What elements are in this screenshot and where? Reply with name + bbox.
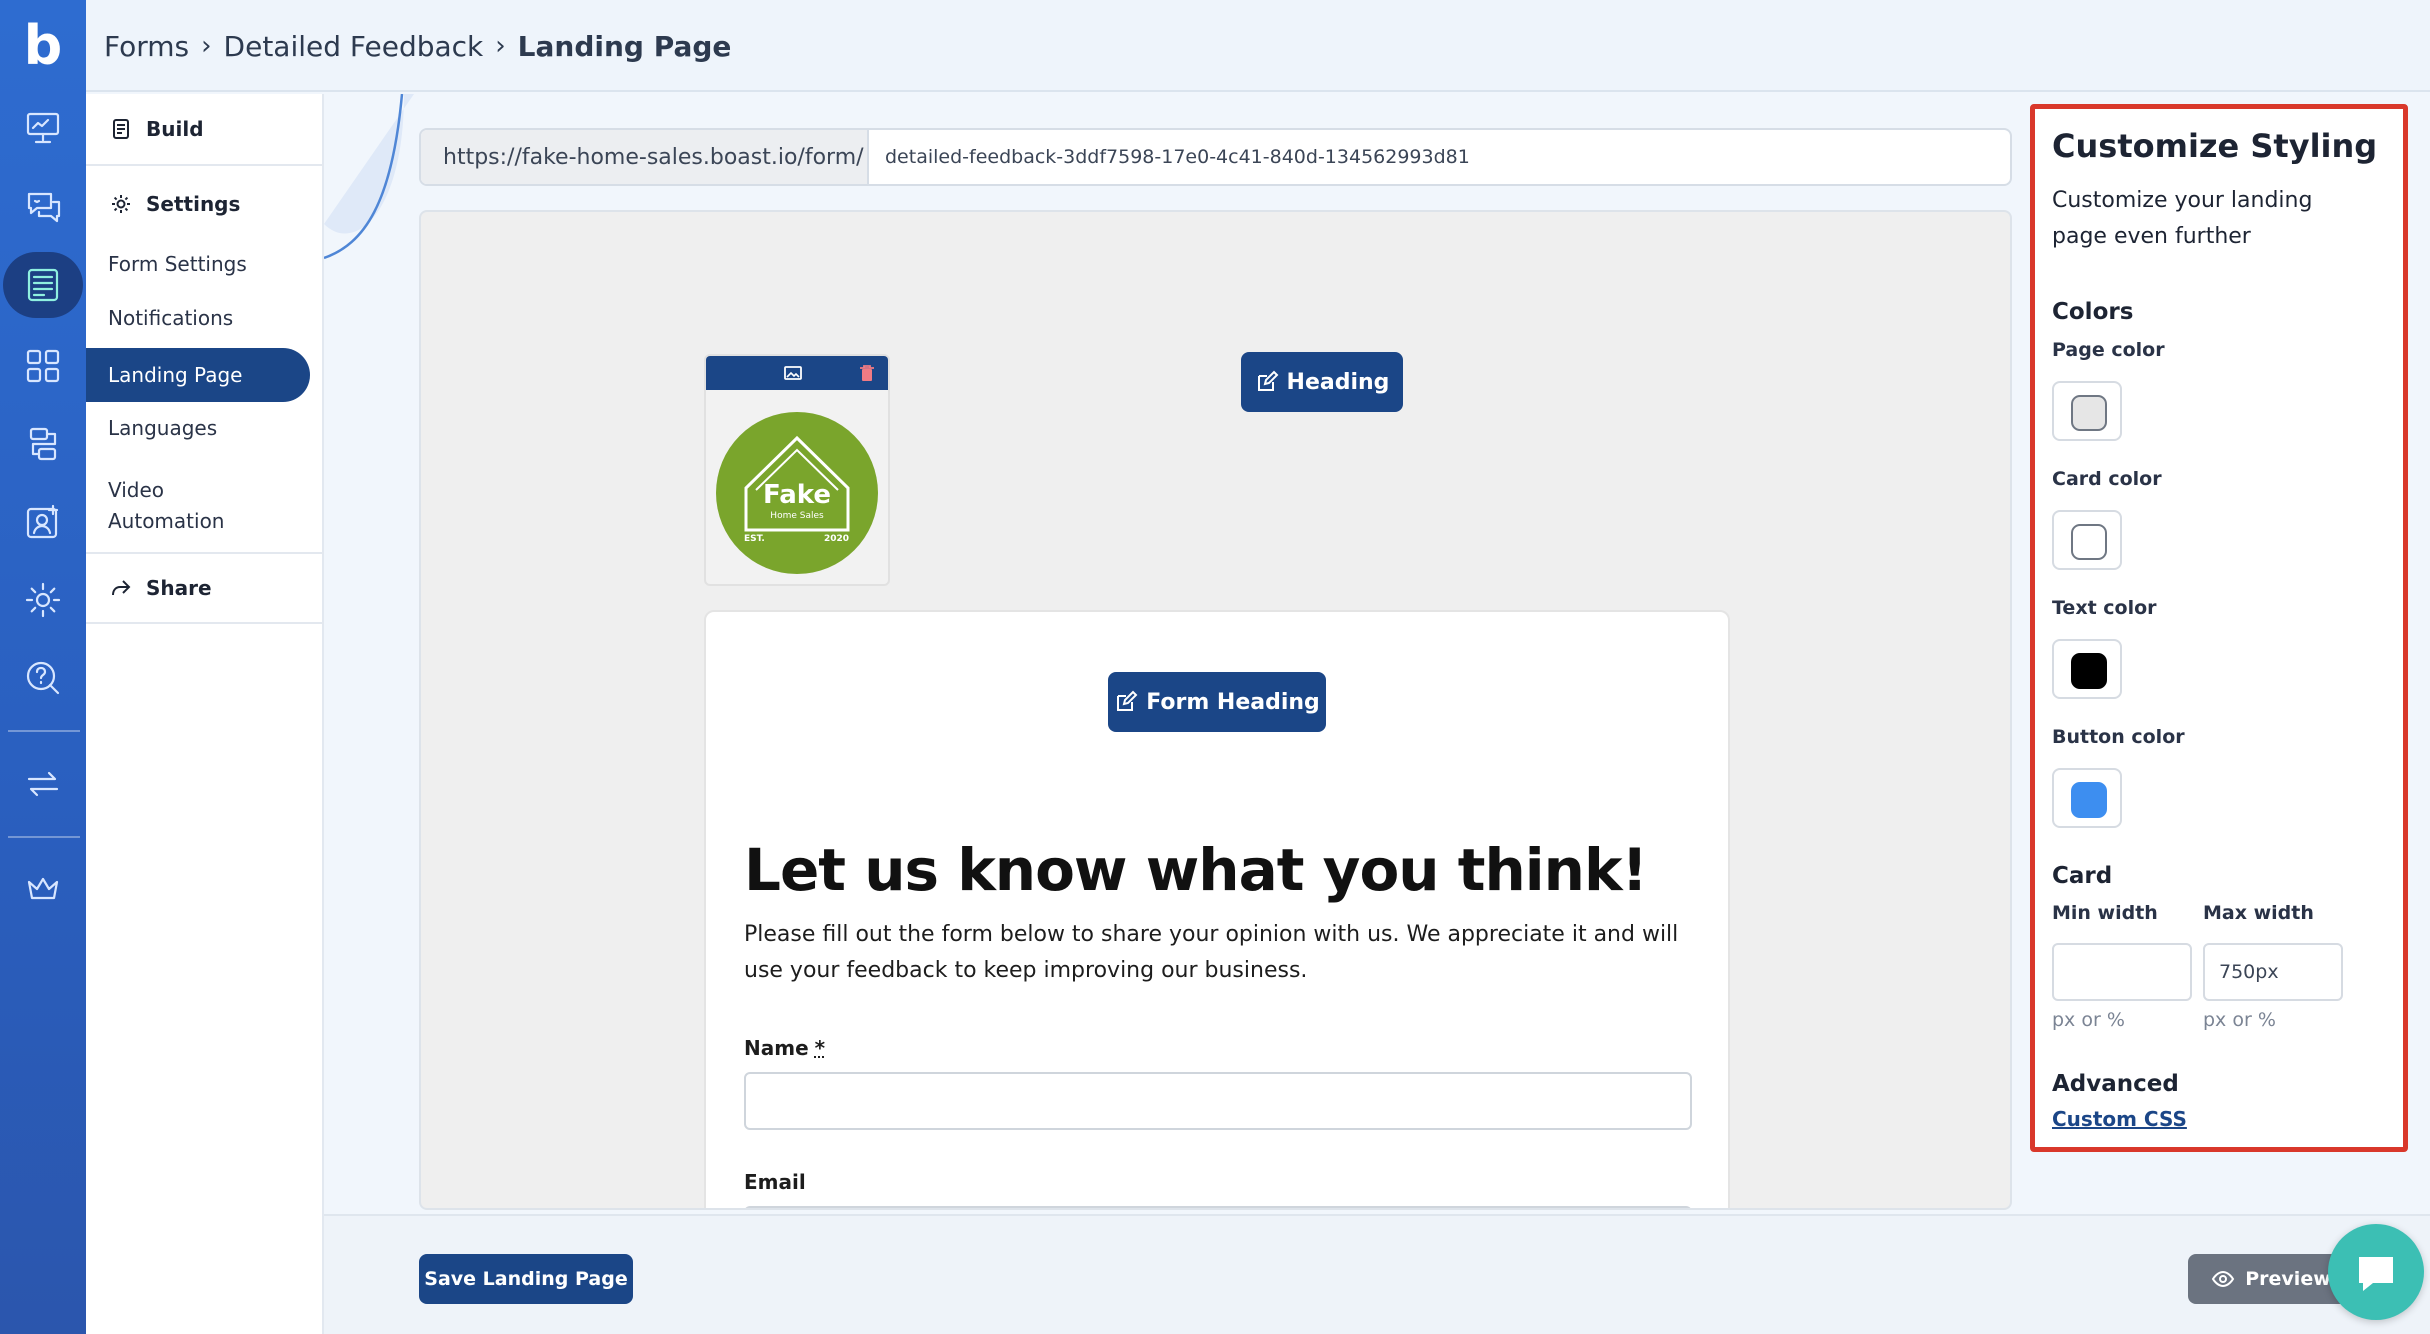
form-title: Let us know what you think! [744,836,1648,904]
logo-toolbar [706,356,888,390]
settings-icon[interactable] [17,574,69,626]
subnav-item-landing-page[interactable]: Landing Page [86,348,310,402]
logo-subtext: Home Sales [770,511,824,521]
edit-form-heading-label: Form Heading [1146,689,1320,715]
name-input[interactable] [744,1072,1692,1130]
forms-icon[interactable] [3,252,83,318]
breadcrumb-forms[interactable]: Forms [104,30,189,63]
button-color-label: Button color [2052,726,2185,748]
contacts-icon[interactable] [17,496,69,548]
page-color-dot [2071,395,2107,431]
form-subnav: Build Settings Form Settings Notificatio… [86,94,324,1334]
page-color-swatch[interactable] [2052,381,2122,441]
image-icon[interactable] [782,362,804,384]
customize-styling-panel: Customize Styling Customize your landing… [2030,104,2408,1152]
required-marker: * [814,1036,826,1060]
help-icon[interactable] [17,652,69,704]
company-logo: Fake Home Sales EST. 2020 [716,412,878,574]
document-icon [113,119,129,139]
card-color-label: Card color [2052,468,2162,490]
email-input[interactable] [744,1206,1692,1208]
text-color-label: Text color [2052,597,2157,619]
url-prefix: https://fake-home-sales.boast.io/form/ [421,130,869,184]
edit-icon [1257,370,1278,391]
text-color-swatch[interactable] [2052,639,2122,699]
min-width-hint: px or % [2052,1009,2125,1031]
integrations-icon[interactable] [17,418,69,470]
subnav-build[interactable]: Build [86,94,324,166]
footer-bar: Save Landing Page Preview [324,1214,2430,1334]
max-width-input[interactable]: 750px [2203,943,2343,1001]
rail-divider [8,836,80,838]
colors-heading: Colors [2052,299,2134,325]
top-header: Forms › Detailed Feedback › Landing Page [86,0,2430,92]
gear-icon [112,195,130,213]
app-logo[interactable]: b [0,14,86,77]
subnav-share[interactable]: Share [86,552,324,624]
custom-css-link[interactable]: Custom CSS [2052,1107,2187,1131]
max-width-hint: px or % [2203,1009,2276,1031]
subnav-item-languages[interactable]: Languages [86,406,310,450]
preview-label: Preview [2245,1268,2331,1290]
url-slug-input[interactable]: detailed-feedback-3ddf7598-17e0-4c41-840… [869,130,2010,184]
crown-icon[interactable] [17,862,69,914]
card-color-swatch[interactable] [2052,510,2122,570]
edit-form-heading-button[interactable]: Form Heading [1108,672,1326,732]
chat-widget-button[interactable] [2328,1224,2424,1320]
reviews-icon[interactable] [17,180,69,232]
name-field-label: Name * [744,1036,825,1060]
dashboard-icon[interactable] [17,102,69,154]
edit-heading-button[interactable]: Heading [1241,352,1403,412]
chat-icon [2359,1257,2393,1291]
breadcrumb: Forms › Detailed Feedback › Landing Page [104,26,731,66]
breadcrumb-separator: › [201,31,212,61]
card-heading: Card [2052,863,2113,889]
share-icon [112,580,131,596]
logo-block[interactable]: Fake Home Sales EST. 2020 [704,354,890,586]
logo-est: EST. [744,534,765,544]
button-color-dot [2071,782,2107,818]
min-width-input[interactable] [2052,943,2192,1001]
breadcrumb-current: Landing Page [517,29,732,63]
max-width-label: Max width [2203,902,2314,924]
panel-title: Customize Styling [2052,127,2378,165]
text-color-dot [2071,653,2107,689]
button-color-swatch[interactable] [2052,768,2122,828]
left-rail: b [0,0,86,1334]
subnav-item-notifications[interactable]: Notifications [86,296,310,340]
subnav-item-video-automation[interactable]: Video Automation [86,460,310,552]
edit-heading-label: Heading [1286,369,1390,395]
trash-icon[interactable] [856,362,878,384]
breadcrumb-separator: › [495,31,506,61]
save-landing-page-button[interactable]: Save Landing Page [419,1254,633,1304]
switch-icon[interactable] [17,758,69,810]
email-field-label: Email [744,1170,806,1194]
rail-divider [8,730,80,732]
logo-text: Fake [762,480,831,510]
subnav-settings[interactable]: Settings [86,168,324,240]
card-color-dot [2071,524,2107,560]
widgets-icon[interactable] [17,340,69,392]
name-label-text: Name [744,1036,809,1060]
subnav-settings-label: Settings [146,192,241,216]
form-description: Please fill out the form below to share … [744,922,1679,983]
min-width-label: Min width [2052,902,2158,924]
subnav-share-label: Share [146,576,212,600]
advanced-heading: Advanced [2052,1071,2179,1097]
subnav-item-label: Automation [108,509,225,533]
decorative-swoosh [324,94,414,260]
subnav-item-label: Video [108,478,165,502]
subnav-build-label: Build [146,117,204,141]
form-card: Form Heading Let us know what you think!… [704,610,1730,1208]
landing-url-field[interactable]: https://fake-home-sales.boast.io/form/ d… [419,128,2012,186]
page-color-label: Page color [2052,339,2165,361]
logo-year: 2020 [824,534,850,544]
edit-icon [1117,690,1138,711]
breadcrumb-detailed-feedback[interactable]: Detailed Feedback [224,30,484,63]
subnav-item-form-settings[interactable]: Form Settings [86,242,310,286]
landing-page-preview: Fake Home Sales EST. 2020 Heading Form H… [419,210,2012,1210]
panel-subtitle: Customize your landing page even further [2052,188,2313,249]
eye-icon [2212,1270,2235,1288]
